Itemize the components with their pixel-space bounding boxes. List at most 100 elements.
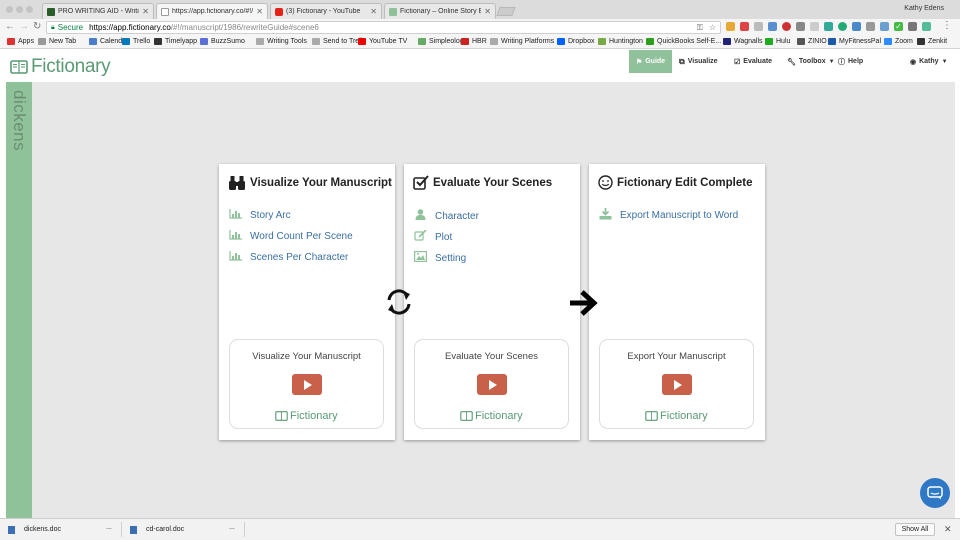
bar-chart-icon xyxy=(229,230,242,243)
bookmark-item[interactable]: Dropbox xyxy=(557,38,594,45)
bookmark-item[interactable]: Writing Tools xyxy=(256,38,307,45)
video-card[interactable]: Evaluate Your Scenes Fictionary xyxy=(414,339,569,429)
show-all-downloads-button[interactable]: Show All xyxy=(895,523,935,536)
close-tab-icon[interactable]: ✕ xyxy=(256,7,263,16)
extension-icon[interactable] xyxy=(726,22,735,31)
bookmark-label: Timelyapp xyxy=(165,38,198,45)
extension-icon[interactable] xyxy=(796,22,805,31)
back-arrow-icon[interactable]: ← xyxy=(5,21,15,32)
close-window-button[interactable] xyxy=(6,6,13,13)
play-button-icon[interactable] xyxy=(477,374,507,395)
support-chat-button[interactable] xyxy=(920,478,950,508)
extension-icon[interactable] xyxy=(838,22,847,31)
extension-icon[interactable] xyxy=(810,22,819,31)
book-logo-icon xyxy=(460,411,473,421)
bookmark-item[interactable]: Timelyapp xyxy=(154,38,197,45)
check-extension-icon[interactable]: ✓ xyxy=(894,22,903,31)
nav-help[interactable]: ⓘ Help xyxy=(838,50,863,73)
bookmark-item[interactable]: New Tab xyxy=(38,38,76,45)
play-button-icon[interactable] xyxy=(662,374,692,395)
bookmark-item[interactable]: Trello xyxy=(122,38,150,45)
bookmark-label: MyFitnessPal xyxy=(839,38,882,45)
bookmark-item[interactable]: Simpleology xyxy=(418,38,467,45)
bookmark-icon xyxy=(723,38,731,45)
download-item[interactable]: dickens.doc xyxy=(8,519,61,540)
story-arc-link[interactable]: Story Arc xyxy=(229,209,291,222)
close-tab-icon[interactable]: ✕ xyxy=(370,7,377,16)
export-manuscript-link[interactable]: Export Manuscript to Word xyxy=(599,208,738,223)
bookmark-icon xyxy=(884,38,892,45)
character-link[interactable]: Character xyxy=(414,209,479,223)
bookmark-item[interactable]: MyFitnessPal xyxy=(828,38,881,45)
play-button-icon[interactable] xyxy=(292,374,322,395)
nav-visualize-label: Visualize xyxy=(687,58,718,65)
bookmark-item[interactable]: QuickBooks Self-E... xyxy=(646,38,721,45)
extension-icon[interactable] xyxy=(880,22,889,31)
bookmark-item[interactable]: Hulu xyxy=(765,38,790,45)
edit-icon xyxy=(414,229,427,244)
extension-icon[interactable] xyxy=(754,22,763,31)
extension-icon[interactable] xyxy=(866,22,875,31)
browser-menu-icon[interactable]: ⋮ xyxy=(942,20,952,31)
bookmark-item[interactable]: BuzzSumo xyxy=(200,38,245,45)
new-tab-button[interactable] xyxy=(496,7,516,16)
bookmark-item[interactable]: HBR xyxy=(461,38,487,45)
guide-flag-icon: ⚑ xyxy=(635,58,643,66)
extension-icon[interactable] xyxy=(852,22,861,31)
close-tab-icon[interactable]: ✕ xyxy=(142,7,149,16)
bookmark-item[interactable]: Apps xyxy=(7,38,34,45)
nav-evaluate[interactable]: ☑ Evaluate xyxy=(734,50,772,73)
extension-icon[interactable] xyxy=(824,22,833,31)
plot-link[interactable]: Plot xyxy=(414,229,452,244)
reload-icon[interactable]: ↻ xyxy=(33,21,41,32)
extension-icon[interactable] xyxy=(922,22,931,31)
download-options-icon[interactable]: ... xyxy=(229,524,235,531)
bookmark-item[interactable]: Zoom xyxy=(884,38,913,45)
browser-tab[interactable]: Fictionary – Online Story Editi ✕ xyxy=(384,3,496,19)
forward-arrow-icon[interactable]: → xyxy=(19,21,29,32)
browser-tab[interactable]: (3) Fictionary - YouTube ✕ xyxy=(270,3,382,19)
minimize-window-button[interactable] xyxy=(16,6,23,13)
browser-tab-active[interactable]: https://app.fictionary.co/#!/m ✕ xyxy=(156,3,268,19)
pinterest-icon[interactable] xyxy=(782,22,791,31)
extension-icon[interactable] xyxy=(740,22,749,31)
close-tab-icon[interactable]: ✕ xyxy=(484,7,491,16)
download-options-icon[interactable]: ... xyxy=(106,524,112,531)
extension-icon[interactable] xyxy=(768,22,777,31)
smile-icon xyxy=(598,175,613,190)
bookmark-item[interactable]: YouTube TV xyxy=(358,38,407,45)
bookmark-item[interactable]: Huntington xyxy=(598,38,643,45)
zoom-window-button[interactable] xyxy=(26,6,33,13)
bookmark-label: Zenkit xyxy=(928,38,948,45)
video-card[interactable]: Visualize Your Manuscript Fictionary xyxy=(229,339,384,429)
extension-icon[interactable] xyxy=(908,22,917,31)
browser-profile-name[interactable]: Kathy Edens xyxy=(904,5,944,12)
browser-tab[interactable]: PRO WRITING AID - Writing Ai ✕ xyxy=(42,3,154,19)
close-downloads-icon[interactable]: ✕ xyxy=(944,524,952,535)
nav-toolbox[interactable]: 🔧︎ Toolbox ▼ xyxy=(787,50,835,73)
scenes-per-character-link[interactable]: Scenes Per Character xyxy=(229,251,348,264)
video-card[interactable]: Export Your Manuscript Fictionary xyxy=(599,339,754,429)
setting-link[interactable]: Setting xyxy=(414,251,466,265)
bookmark-item[interactable]: Wagnalls xyxy=(723,38,763,45)
bookmark-item[interactable]: ZINIO xyxy=(797,38,827,45)
bookmark-star-icon[interactable]: ☆ xyxy=(709,23,716,33)
nav-guide[interactable]: ⚑ Guide xyxy=(629,50,672,73)
manuscript-side-tab[interactable]: dickens xyxy=(6,82,32,518)
download-item[interactable]: cd-carol.doc xyxy=(130,519,184,540)
nav-visualize[interactable]: ⧉ Visualize xyxy=(679,50,718,73)
word-count-per-scene-link[interactable]: Word Count Per Scene xyxy=(229,230,353,243)
bookmark-icon xyxy=(490,38,498,45)
key-icon[interactable]: ⚿ xyxy=(697,23,703,33)
bookmark-icon xyxy=(646,38,654,45)
bookmark-item[interactable]: Zenkit xyxy=(917,38,947,45)
video-logo: Fictionary xyxy=(460,410,523,422)
bookmark-label: Hulu xyxy=(776,38,791,45)
address-bar[interactable]: 🔒︎ Secure https://app.fictionary.co /#!/… xyxy=(46,21,721,34)
export-manuscript-label: Export Manuscript to Word xyxy=(620,210,739,221)
document-icon xyxy=(8,525,15,534)
fictionary-logo[interactable]: Fictionary xyxy=(10,56,111,78)
user-menu[interactable]: ◉ Kathy ▼ xyxy=(910,50,948,73)
bar-chart-icon xyxy=(229,251,242,264)
bookmark-item[interactable]: Writing Platforms xyxy=(490,38,554,45)
